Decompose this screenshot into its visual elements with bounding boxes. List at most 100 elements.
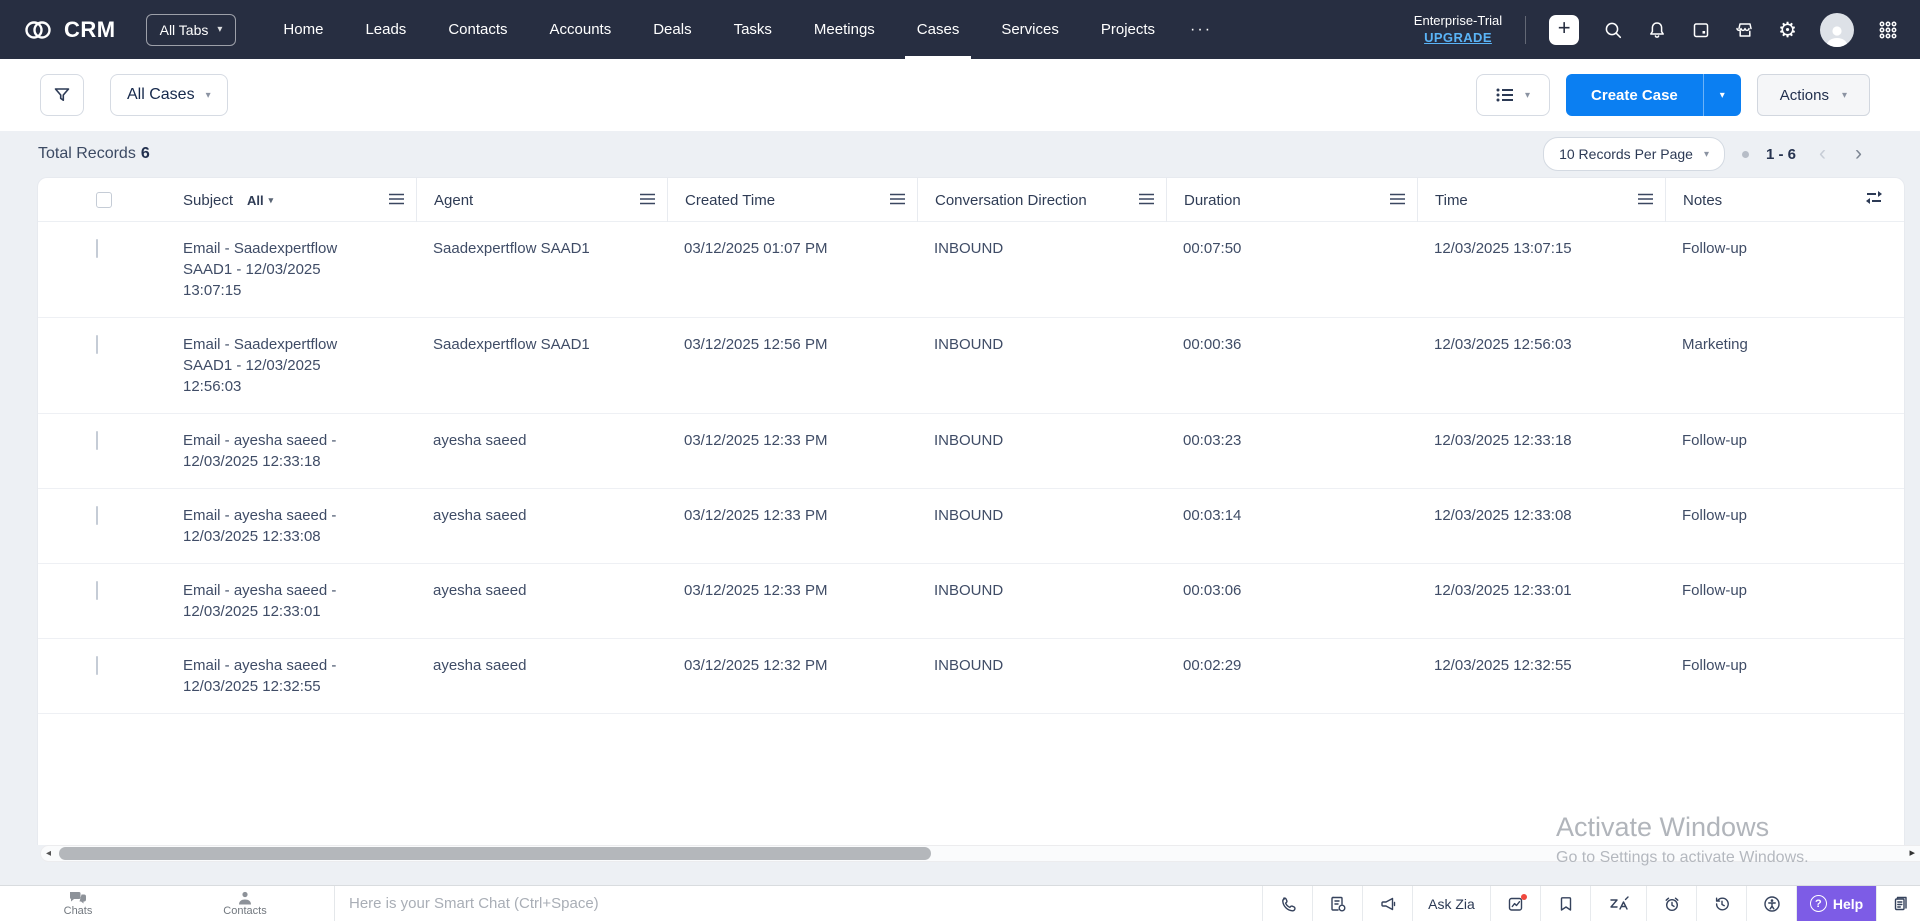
zia-signals-icon[interactable] [1590, 886, 1646, 921]
horizontal-scrollbar[interactable]: ◂ ▸ [40, 845, 1920, 862]
column-header-created-time[interactable]: Created Time [667, 178, 917, 222]
tab-services[interactable]: Services [980, 0, 1080, 59]
filter-button[interactable] [40, 74, 84, 116]
upgrade-link[interactable]: UPGRADE [1414, 30, 1502, 47]
row-checkbox[interactable] [96, 239, 98, 258]
tab-leads[interactable]: Leads [344, 0, 427, 59]
table-row[interactable]: Email - ayesha saeed - 12/03/2025 12:33:… [38, 489, 1904, 564]
display-mode-toggle[interactable]: ▾ [1476, 74, 1550, 116]
subject-filter-dropdown[interactable]: All ▾ [247, 193, 273, 208]
cell-notes: Follow-up [1665, 580, 1904, 622]
column-menu-icon[interactable] [1139, 192, 1154, 209]
records-per-page-dropdown[interactable]: 10 Records Per Page ▾ [1543, 137, 1725, 171]
alarm-clock-icon[interactable] [1646, 886, 1696, 921]
chevron-down-icon: ▾ [206, 90, 211, 101]
column-menu-icon[interactable] [1638, 192, 1653, 209]
settings-gear-icon[interactable]: ⚙ [1778, 18, 1797, 42]
marketplace-icon[interactable] [1734, 19, 1755, 40]
cell-subject[interactable]: Email - ayesha saeed - 12/03/2025 12:32:… [148, 655, 416, 697]
table-row[interactable]: Email - ayesha saeed - 12/03/2025 12:33:… [38, 414, 1904, 489]
tab-projects[interactable]: Projects [1080, 0, 1176, 59]
main-tabs: HomeLeadsContactsAccountsDealsTasksMeeti… [262, 0, 1176, 59]
view-selector[interactable]: All Cases ▾ [110, 74, 228, 116]
contacts-tab[interactable]: Contacts [156, 886, 334, 921]
tab-contacts[interactable]: Contacts [427, 0, 528, 59]
tab-tasks[interactable]: Tasks [713, 0, 793, 59]
column-menu-icon[interactable] [890, 192, 905, 209]
column-header-notes[interactable]: Notes [1665, 178, 1904, 222]
row-checkbox[interactable] [96, 335, 98, 354]
search-icon[interactable] [1602, 19, 1623, 40]
chevron-down-icon: ▾ [217, 24, 222, 35]
megaphone-icon[interactable] [1362, 886, 1412, 921]
feedback-document-icon[interactable] [1312, 886, 1362, 921]
phone-icon[interactable] [1262, 886, 1312, 921]
cell-duration: 00:03:14 [1166, 505, 1417, 547]
table-body: Email - Saadexpertflow SAAD1 - 12/03/202… [38, 222, 1904, 714]
tab-cases[interactable]: Cases [896, 0, 981, 59]
column-header-time[interactable]: Time [1417, 178, 1665, 222]
chevron-down-icon: ▾ [1720, 90, 1725, 101]
table-row[interactable]: Email - Saadexpertflow SAAD1 - 12/03/202… [38, 318, 1904, 414]
scroll-left-arrow-icon[interactable]: ◂ [46, 846, 51, 861]
select-all-checkbox[interactable] [96, 192, 112, 208]
all-tabs-dropdown[interactable]: All Tabs ▾ [146, 14, 237, 46]
calendar-icon[interactable] [1690, 19, 1711, 40]
user-avatar[interactable] [1820, 13, 1854, 47]
more-tabs-button[interactable]: ··· [1176, 21, 1226, 39]
notifications-bell-icon[interactable] [1646, 19, 1667, 40]
column-menu-icon[interactable] [640, 192, 655, 209]
app-grid-icon[interactable] [1877, 19, 1898, 40]
row-checkbox[interactable] [96, 506, 98, 525]
create-case-button[interactable]: Create Case [1566, 74, 1703, 116]
funnel-icon [52, 85, 72, 105]
history-icon[interactable] [1696, 886, 1746, 921]
column-menu-icon[interactable] [1390, 192, 1405, 209]
cell-notes: Follow-up [1665, 430, 1904, 472]
column-header-agent[interactable]: Agent [416, 178, 667, 222]
column-header-conversation-direction[interactable]: Conversation Direction [917, 178, 1166, 222]
cell-subject[interactable]: Email - Saadexpertflow SAAD1 - 12/03/202… [148, 334, 416, 397]
tab-accounts[interactable]: Accounts [529, 0, 633, 59]
next-page-button[interactable]: › [1849, 142, 1868, 166]
cell-subject[interactable]: Email - ayesha saeed - 12/03/2025 12:33:… [148, 505, 416, 547]
header-checkbox-cell [38, 178, 148, 222]
scroll-right-arrow-icon[interactable]: ▸ [1909, 846, 1915, 861]
cell-subject[interactable]: Email - ayesha saeed - 12/03/2025 12:33:… [148, 430, 416, 472]
tab-home[interactable]: Home [262, 0, 344, 59]
bookmark-icon[interactable] [1540, 886, 1590, 921]
tab-deals[interactable]: Deals [632, 0, 712, 59]
row-checkbox[interactable] [96, 431, 98, 450]
column-header-duration[interactable]: Duration [1166, 178, 1417, 222]
table-row[interactable]: Email - Saadexpertflow SAAD1 - 12/03/202… [38, 222, 1904, 318]
help-button[interactable]: ? Help [1796, 886, 1876, 921]
clipboard-icon[interactable] [1876, 886, 1920, 921]
table-row[interactable]: Email - ayesha saeed - 12/03/2025 12:32:… [38, 639, 1904, 714]
column-menu-icon[interactable] [389, 192, 404, 209]
accessibility-icon[interactable] [1746, 886, 1796, 921]
actions-button[interactable]: Actions ▾ [1757, 74, 1870, 116]
cell-conversation-direction: INBOUND [917, 430, 1166, 472]
table-row[interactable]: Email - ayesha saeed - 12/03/2025 12:33:… [38, 564, 1904, 639]
column-label: Subject [183, 192, 233, 209]
cell-subject[interactable]: Email - ayesha saeed - 12/03/2025 12:33:… [148, 580, 416, 622]
cell-subject[interactable]: Email - Saadexpertflow SAAD1 - 12/03/202… [148, 238, 416, 301]
scrollbar-thumb[interactable] [59, 847, 931, 860]
row-checkbox[interactable] [96, 656, 98, 675]
column-header-subject[interactable]: Subject All ▾ [148, 178, 416, 222]
smart-chat-input[interactable] [349, 895, 1262, 912]
row-checkbox[interactable] [96, 581, 98, 600]
quick-create-button[interactable]: + [1549, 15, 1579, 45]
cell-agent: ayesha saeed [416, 430, 667, 472]
page-jump-icon[interactable] [1742, 151, 1749, 158]
all-tabs-label: All Tabs [160, 22, 209, 38]
chats-tab[interactable]: Chats [0, 886, 156, 921]
tab-meetings[interactable]: Meetings [793, 0, 896, 59]
zia-insights-icon[interactable] [1490, 886, 1540, 921]
chevron-down-icon: ▾ [269, 195, 274, 206]
customize-columns-icon[interactable] [1866, 191, 1882, 209]
records-bar: Total Records 6 10 Records Per Page ▾ 1 … [0, 131, 1920, 177]
ask-zia-button[interactable]: Ask Zia [1412, 886, 1490, 921]
previous-page-button[interactable]: ‹ [1813, 142, 1832, 166]
create-case-dropdown[interactable]: ▾ [1703, 74, 1741, 116]
